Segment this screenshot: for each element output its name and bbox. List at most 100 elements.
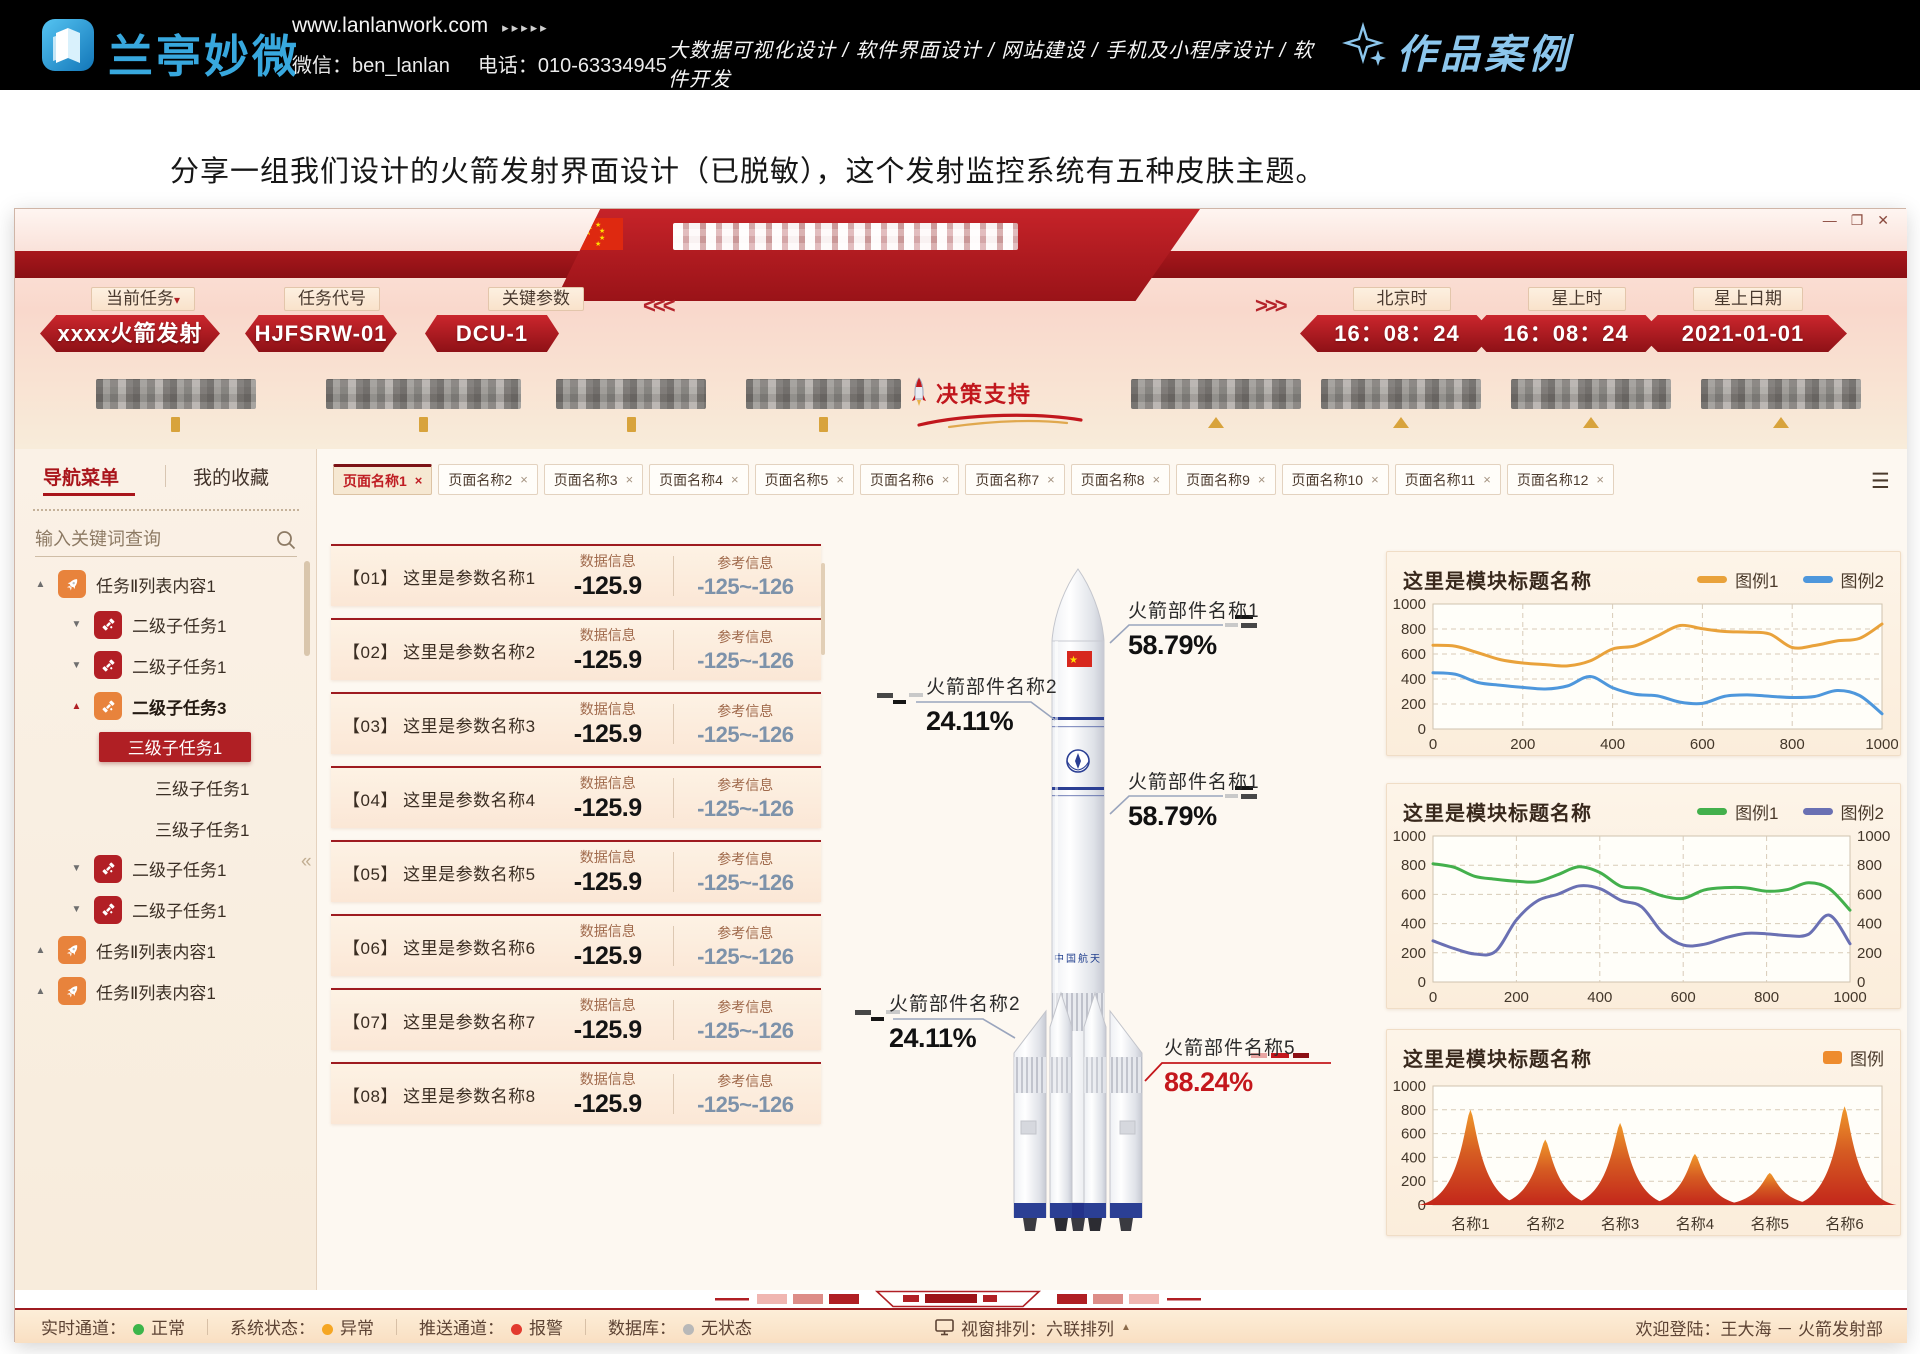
tree-item-三级子任务1-4[interactable]: 三级子任务1: [15, 730, 317, 764]
chevron-down-icon[interactable]: ▼: [69, 863, 84, 874]
tree-item-二级子任务1-8[interactable]: ▼二级子任务1: [15, 893, 317, 927]
tree-item-二级子任务1-1[interactable]: ▼二级子任务1: [15, 608, 317, 642]
search-icon[interactable]: [275, 529, 297, 551]
page-tab[interactable]: 页面名称12×: [1507, 464, 1614, 495]
svg-text:800: 800: [1780, 736, 1805, 753]
tree-item-任务Ⅱ列表内容1-9[interactable]: ▲任务Ⅱ列表内容1: [15, 933, 317, 967]
parameter-scrollbar-thumb[interactable]: [821, 563, 825, 655]
page-tab[interactable]: 页面名称1×: [333, 464, 432, 495]
param-data-block: 数据信息-125.9: [551, 625, 665, 675]
param-value: -125.9: [574, 868, 642, 896]
tab-list-menu-icon[interactable]: ☰: [1871, 469, 1890, 494]
param-data-block: 数据信息-125.9: [551, 847, 665, 897]
sidebar-collapse-icon[interactable]: «: [301, 851, 312, 873]
param-data-label: 数据信息: [551, 1069, 665, 1089]
nav-indicator-triangle: [1773, 417, 1789, 428]
wechat-text: 微信：ben_lanlan: [292, 49, 450, 78]
page-tab[interactable]: 页面名称11×: [1395, 464, 1501, 495]
portfolio-link[interactable]: 作品案例: [1396, 22, 1572, 80]
page-tab[interactable]: 页面名称4×: [649, 464, 748, 495]
param-data-block: 数据信息-125.9: [551, 921, 665, 971]
chevron-down-icon[interactable]: ▼: [69, 619, 84, 630]
nav-item-blurred-8[interactable]: [1701, 379, 1861, 409]
window-layout-selector[interactable]: 视窗排列：六联排列 ▲: [935, 1310, 1131, 1345]
nav-item-decision-support[interactable]: 决策支持: [910, 377, 1032, 409]
tree-item-二级子任务1-7[interactable]: ▼二级子任务1: [15, 852, 317, 886]
chevron-up-icon[interactable]: ▲: [33, 945, 48, 956]
chevron-up-icon[interactable]: ▲: [69, 701, 84, 712]
rocket-part-name: 火箭部件名称2: [926, 672, 1058, 699]
page-tabs-bar: 页面名称1×页面名称2×页面名称3×页面名称4×页面名称5×页面名称6×页面名称…: [333, 464, 1614, 495]
page-tab[interactable]: 页面名称9×: [1176, 464, 1275, 495]
beijing-time-badge: 16：08：24: [1300, 315, 1494, 352]
nav-item-blurred-5[interactable]: [1131, 379, 1301, 409]
tree-item-三级子任务1-6[interactable]: 三级子任务1: [15, 811, 317, 845]
page-tab[interactable]: 页面名称5×: [755, 464, 854, 495]
param-value: -125.9: [574, 720, 642, 748]
param-value: -125.9: [574, 646, 642, 674]
rocket-callout: 火箭部件名称224.11%: [889, 989, 1021, 1054]
tab-close-icon[interactable]: ×: [731, 472, 739, 487]
param-ref-value: -125~-126: [697, 1018, 793, 1043]
nav-item-blurred-2[interactable]: [326, 379, 521, 409]
nav-indicator-triangle: [1583, 417, 1599, 428]
param-value: -125.9: [574, 1016, 642, 1044]
rocket-callout: 火箭部件名称224.11%: [926, 672, 1058, 737]
chevron-down-icon[interactable]: ▼: [69, 660, 84, 671]
nav-item-blurred-7[interactable]: [1511, 379, 1671, 409]
tab-close-icon[interactable]: ×: [1258, 472, 1266, 487]
parameter-card: 【08】 这里是参数名称8数据信息-125.9参考信息-125~-126: [331, 1062, 821, 1124]
nav-indicator-triangle: [1208, 417, 1224, 428]
minimize-button[interactable]: —: [1823, 212, 1837, 229]
tree-item-二级子任务3-3[interactable]: ▲二级子任务3: [15, 689, 317, 723]
close-button[interactable]: ✕: [1877, 212, 1889, 229]
tab-close-icon[interactable]: ×: [942, 472, 950, 487]
key-param-label: 关键参数: [488, 287, 584, 311]
current-task-badge: xxxx火箭发射: [40, 315, 220, 352]
tab-close-icon[interactable]: ×: [1596, 472, 1604, 487]
sidebar-scrollbar-thumb[interactable]: [304, 561, 310, 656]
sat-date-label: 星上日期: [1693, 287, 1803, 311]
nav-item-blurred-3[interactable]: [556, 379, 706, 409]
param-data-label: 数据信息: [551, 847, 665, 867]
page-tab[interactable]: 页面名称10×: [1282, 464, 1389, 495]
nav-item-blurred-4[interactable]: [746, 379, 901, 409]
page-tab[interactable]: 页面名称2×: [438, 464, 537, 495]
sidebar-tab-navigation[interactable]: 导航菜单: [43, 463, 119, 490]
nav-item-blurred-1[interactable]: [96, 379, 256, 409]
chevron-down-icon[interactable]: ▼: [69, 904, 84, 915]
param-ref-label: 参考信息: [682, 701, 809, 721]
satellite-icon: [94, 651, 122, 679]
satellite-icon: [94, 611, 122, 639]
divider: [207, 1319, 208, 1335]
tab-close-icon[interactable]: ×: [415, 473, 423, 488]
tree-item-任务Ⅱ列表内容1-10[interactable]: ▲任务Ⅱ列表内容1: [15, 974, 317, 1008]
search-input[interactable]: [35, 529, 275, 550]
tree-item-selected[interactable]: 三级子任务1: [99, 732, 251, 762]
caret-down-icon: ▾: [174, 293, 180, 307]
page-tab[interactable]: 页面名称6×: [860, 464, 959, 495]
tree-item-任务Ⅱ列表内容1-0[interactable]: ▲任务Ⅱ列表内容1: [15, 567, 317, 601]
param-ref-block: 参考信息-125~-126: [682, 849, 809, 896]
tab-close-icon[interactable]: ×: [520, 472, 528, 487]
sidebar-tab-favorites[interactable]: 我的收藏: [193, 463, 269, 490]
monitor-icon: [935, 1319, 954, 1336]
page-tab[interactable]: 页面名称3×: [544, 464, 643, 495]
chevron-up-icon[interactable]: ▲: [33, 986, 48, 997]
tab-close-icon[interactable]: ×: [626, 472, 634, 487]
chevron-up-icon[interactable]: ▲: [33, 579, 48, 590]
tree-item-二级子任务1-2[interactable]: ▼二级子任务1: [15, 648, 317, 682]
nav-indicator: [171, 417, 180, 432]
maximize-button[interactable]: ❐: [1851, 212, 1864, 229]
tab-close-icon[interactable]: ×: [1483, 472, 1491, 487]
page-tab[interactable]: 页面名称7×: [965, 464, 1064, 495]
tab-close-icon[interactable]: ×: [1153, 472, 1161, 487]
nav-item-blurred-6[interactable]: [1321, 379, 1481, 409]
param-value: -125.9: [574, 572, 642, 600]
tab-close-icon[interactable]: ×: [1047, 472, 1055, 487]
tab-close-icon[interactable]: ×: [836, 472, 844, 487]
page-tab[interactable]: 页面名称8×: [1071, 464, 1170, 495]
tab-close-icon[interactable]: ×: [1371, 472, 1379, 487]
tree-item-三级子任务1-5[interactable]: 三级子任务1: [15, 771, 317, 805]
param-name: 【02】 这里是参数名称2: [343, 638, 551, 663]
